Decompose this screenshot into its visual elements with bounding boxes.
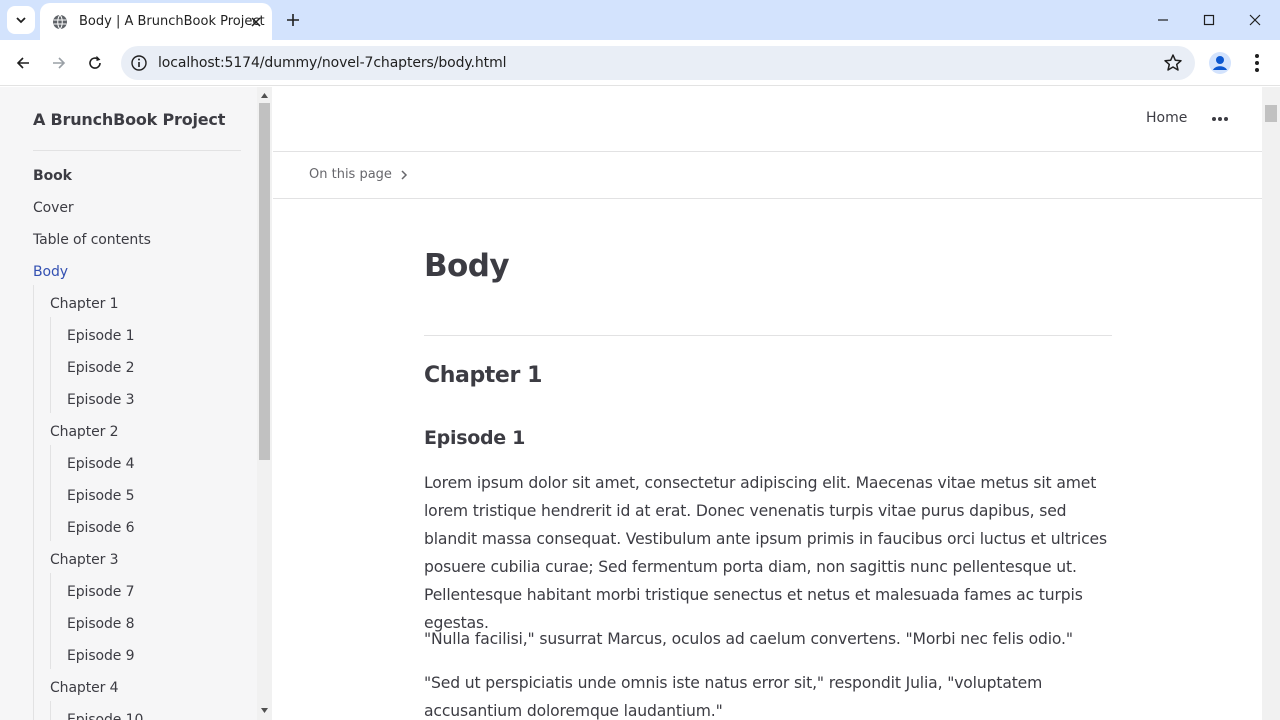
content-divider (424, 335, 1112, 336)
globe-icon (53, 14, 67, 30)
episode-heading: Episode 1 (424, 427, 526, 449)
sidebar-indent-guide (33, 285, 34, 720)
sidebar-indent-guide (50, 317, 51, 413)
sidebar-item-book: Book (33, 168, 72, 184)
sidebar-scrollbar-thumb[interactable] (259, 103, 270, 460)
sidebar-item-episode-5[interactable]: Episode 5 (67, 488, 135, 504)
reload-icon (89, 56, 101, 69)
chevron-down-icon (16, 17, 26, 24)
bookmark-star-icon[interactable] (1163, 53, 1183, 73)
close-icon (1249, 14, 1261, 26)
sidebar-item-chapter-1[interactable]: Chapter 1 (50, 296, 119, 312)
paragraph: "Nulla facilisi," susurrat Marcus, oculo… (424, 630, 1073, 648)
scroll-down-arrow-icon[interactable] (260, 706, 269, 715)
more-horizontal-icon[interactable] (1209, 111, 1231, 127)
chapter-heading: Chapter 1 (424, 363, 543, 388)
close-icon (251, 17, 261, 27)
plus-icon (287, 14, 299, 26)
browser-toolbar: localhost:5174/dummy/novel-7chapters/bod… (0, 40, 1280, 86)
sidebar-item-cover[interactable]: Cover (33, 200, 74, 216)
site-info-icon[interactable] (130, 54, 148, 72)
maximize-button[interactable] (1186, 0, 1232, 40)
sidebar-item-episode-6[interactable]: Episode 6 (67, 520, 135, 536)
page-scrollbar-thumb[interactable] (1265, 105, 1277, 122)
arrow-left-icon (16, 57, 29, 69)
sidebar: A BrunchBook Project Book Cover Table of… (0, 87, 272, 720)
url-text[interactable]: localhost:5174/dummy/novel-7chapters/bod… (158, 55, 507, 71)
sidebar-item-episode-2[interactable]: Episode 2 (67, 360, 135, 376)
reload-button[interactable] (82, 50, 108, 76)
tab-close-button[interactable] (246, 12, 266, 32)
top-nav: Home (273, 87, 1262, 152)
forward-button[interactable] (46, 50, 72, 76)
sidebar-item-chapter-3[interactable]: Chapter 3 (50, 552, 119, 568)
sidebar-item-chapter-4[interactable]: Chapter 4 (50, 680, 119, 696)
paragraph: "Sed ut perspiciatis unde omnis iste nat… (424, 674, 1043, 720)
sidebar-item-episode-8[interactable]: Episode 8 (67, 616, 135, 632)
local-nav: On this page (273, 152, 1262, 199)
tab-title: Body | A BrunchBook Project (79, 14, 265, 29)
new-tab-button[interactable] (282, 9, 304, 31)
browser-tab[interactable]: Body | A BrunchBook Project (40, 3, 272, 40)
sidebar-indent-guide (50, 701, 51, 720)
nav-home-link[interactable]: Home (1146, 110, 1187, 126)
scroll-up-arrow-icon[interactable] (260, 91, 269, 100)
browser-menu-icon[interactable] (1247, 51, 1267, 75)
sidebar-indent-guide (50, 445, 51, 541)
maximize-icon (1203, 14, 1215, 26)
close-window-button[interactable] (1232, 0, 1278, 40)
page-viewport: A BrunchBook Project Book Cover Table of… (0, 87, 1280, 720)
sidebar-item-episode-10[interactable]: Episode 10 (67, 712, 143, 720)
sidebar-item-episode-4[interactable]: Episode 4 (67, 456, 135, 472)
page-scrollbar[interactable] (1262, 87, 1280, 720)
profile-avatar-icon[interactable] (1208, 51, 1232, 75)
sidebar-item-episode-3[interactable]: Episode 3 (67, 392, 135, 408)
address-bar[interactable]: localhost:5174/dummy/novel-7chapters/bod… (121, 46, 1195, 80)
page-title: Body (424, 248, 510, 284)
minimize-button[interactable] (1140, 0, 1186, 40)
sidebar-item-episode-9[interactable]: Episode 9 (67, 648, 135, 664)
on-this-page-button[interactable]: On this page (309, 167, 392, 182)
tab-search-button[interactable] (7, 6, 35, 34)
sidebar-item-chapter-2[interactable]: Chapter 2 (50, 424, 119, 440)
site-title[interactable]: A BrunchBook Project (33, 110, 225, 129)
paragraph: Lorem ipsum dolor sit amet, consectetur … (424, 474, 1107, 632)
sidebar-divider (33, 150, 241, 151)
sidebar-indent-guide (50, 573, 51, 669)
back-button[interactable] (10, 50, 36, 76)
browser-tab-strip: Body | A BrunchBook Project (0, 0, 1280, 40)
arrow-right-icon (53, 57, 66, 69)
sidebar-item-toc[interactable]: Table of contents (33, 232, 151, 248)
chevron-right-icon[interactable] (399, 168, 409, 182)
minimize-icon (1158, 19, 1168, 21)
sidebar-item-body[interactable]: Body (33, 264, 68, 280)
sidebar-scrollbar[interactable] (257, 87, 272, 720)
sidebar-item-episode-7[interactable]: Episode 7 (67, 584, 135, 600)
sidebar-item-episode-1[interactable]: Episode 1 (67, 328, 135, 344)
